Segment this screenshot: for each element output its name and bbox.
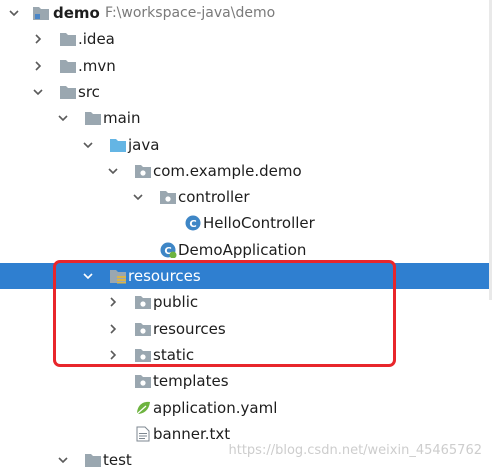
tree-row[interactable]: main	[0, 105, 492, 131]
folder-icon	[59, 58, 77, 74]
watermark: https://blog.csdn.net/weixin_45465762	[228, 443, 482, 458]
chevron-down-icon[interactable]	[107, 165, 119, 177]
project-path: F:\workspace-java\demo	[105, 5, 276, 21]
source-root-icon	[109, 137, 127, 153]
tree-item-label: application.yaml	[153, 398, 278, 417]
tree-item-label: test	[103, 451, 132, 470]
tree-row[interactable]: .mvn	[0, 53, 492, 79]
tree-item-label: demo	[53, 4, 100, 22]
folder-icon	[59, 31, 77, 47]
tree-item-label: banner.txt	[153, 424, 231, 443]
package-icon	[159, 189, 177, 205]
tree-row[interactable]: application.yaml	[0, 395, 492, 421]
tree-row[interactable]: C DemoApplication	[0, 237, 492, 263]
tree-item-label: .mvn	[78, 56, 116, 75]
highlight-box	[53, 260, 396, 367]
class-icon: C	[184, 215, 202, 231]
module-folder-icon	[32, 5, 50, 21]
chevron-down-icon[interactable]	[132, 191, 144, 203]
package-icon	[134, 163, 152, 179]
tree-item-label: controller	[178, 188, 250, 207]
tree-row[interactable]: com.example.demo	[0, 158, 492, 184]
tree-item-label: .idea	[78, 30, 115, 49]
tree-row[interactable]: C HelloController	[0, 210, 492, 236]
tree-item-label: com.example.demo	[153, 161, 302, 180]
text-file-icon	[134, 426, 152, 442]
project-tree: demo F:\workspace-java\demo .idea .mvn src ma…	[0, 0, 492, 469]
chevron-down-icon[interactable]	[57, 454, 69, 466]
tree-item-label: src	[78, 82, 100, 101]
tree-row[interactable]: src	[0, 79, 492, 105]
spring-class-icon: C	[159, 242, 177, 258]
chevron-down-icon[interactable]	[57, 112, 69, 124]
tree-row[interactable]: java	[0, 132, 492, 158]
folder-icon	[59, 84, 77, 100]
tree-item-label: templates	[153, 372, 229, 391]
tree-item-label: java	[128, 135, 160, 154]
chevron-right-icon[interactable]	[32, 33, 44, 45]
tree-item-label: main	[103, 109, 141, 128]
chevron-right-icon[interactable]	[32, 60, 44, 72]
folder-icon	[84, 110, 102, 126]
tree-row[interactable]: controller	[0, 184, 492, 210]
tree-row[interactable]: templates	[0, 368, 492, 394]
tree-item-label: DemoApplication	[178, 240, 307, 259]
tree-row[interactable]: .idea	[0, 26, 492, 52]
tree-row[interactable]: demo F:\workspace-java\demo	[0, 0, 492, 26]
chevron-down-icon[interactable]	[8, 7, 20, 19]
svg-text:C: C	[189, 219, 196, 230]
tree-item-label: HelloController	[203, 214, 315, 233]
package-icon	[134, 373, 152, 389]
folder-icon	[84, 452, 102, 468]
chevron-down-icon[interactable]	[82, 139, 94, 151]
spring-config-icon	[134, 400, 152, 416]
chevron-down-icon[interactable]	[32, 86, 44, 98]
